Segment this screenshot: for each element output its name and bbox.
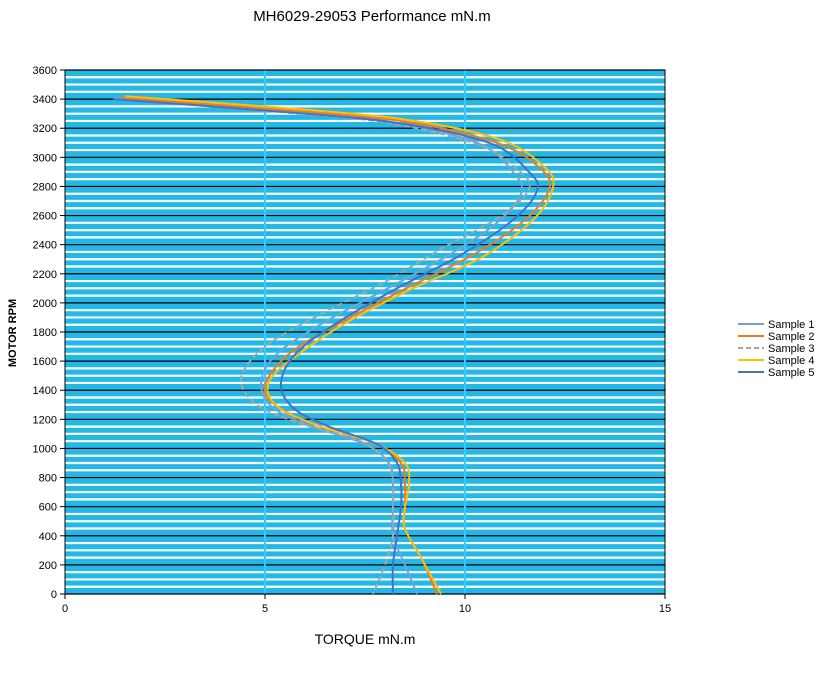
legend-label-4: Sample 4 [768, 355, 814, 367]
y-tick-label: 200 [39, 560, 57, 572]
y-axis-label: MOTOR RPM [7, 299, 19, 367]
chart: MH6029-29053 Performance mN.m 0 5 10 15 0 20… [7, 8, 814, 647]
x-tick-label: 0 [62, 603, 68, 615]
legend: Sample 1Sample 2Sample 3Sample 4Sample 5 [738, 319, 814, 379]
y-tick-label: 800 [39, 473, 57, 485]
y-tick-label: 1400 [33, 385, 57, 397]
x-tick-label: 15 [659, 603, 671, 615]
y-tick-label: 3600 [33, 65, 57, 77]
y-tick-label: 2800 [33, 181, 57, 193]
legend-label-1: Sample 1 [768, 319, 814, 331]
y-tick-label: 2400 [33, 240, 57, 252]
x-axis: 0 5 10 15 [62, 594, 671, 615]
x-tick-label: 5 [262, 603, 268, 615]
y-tick-label: 1000 [33, 443, 57, 455]
y-tick-label: 1800 [33, 327, 57, 339]
y-axis: 0 200 400 600 800 1000 1200 1400 1600 1800 2000 220… [33, 65, 65, 601]
x-tick-label: 10 [459, 603, 471, 615]
y-tick-label: 3400 [33, 94, 57, 106]
y-tick-label: 3200 [33, 123, 57, 135]
legend-label-3: Sample 3 [768, 343, 814, 355]
y-tick-label: 2600 [33, 211, 57, 223]
y-tick-label: 1600 [33, 356, 57, 368]
y-tick-label: 400 [39, 531, 57, 543]
y-tick-label: 3000 [33, 152, 57, 164]
y-tick-label: 0 [51, 589, 57, 601]
chart-title: MH6029-29053 Performance mN.m [253, 8, 491, 25]
legend-label-2: Sample 2 [768, 331, 814, 343]
x-axis-label: TORQUE mN.m [315, 631, 416, 647]
legend-label-5: Sample 5 [768, 367, 814, 379]
y-tick-label: 1200 [33, 414, 57, 426]
y-tick-label: 2000 [33, 298, 57, 310]
plot-area [64, 69, 666, 595]
y-tick-label: 600 [39, 502, 57, 514]
y-tick-label: 2200 [33, 269, 57, 281]
